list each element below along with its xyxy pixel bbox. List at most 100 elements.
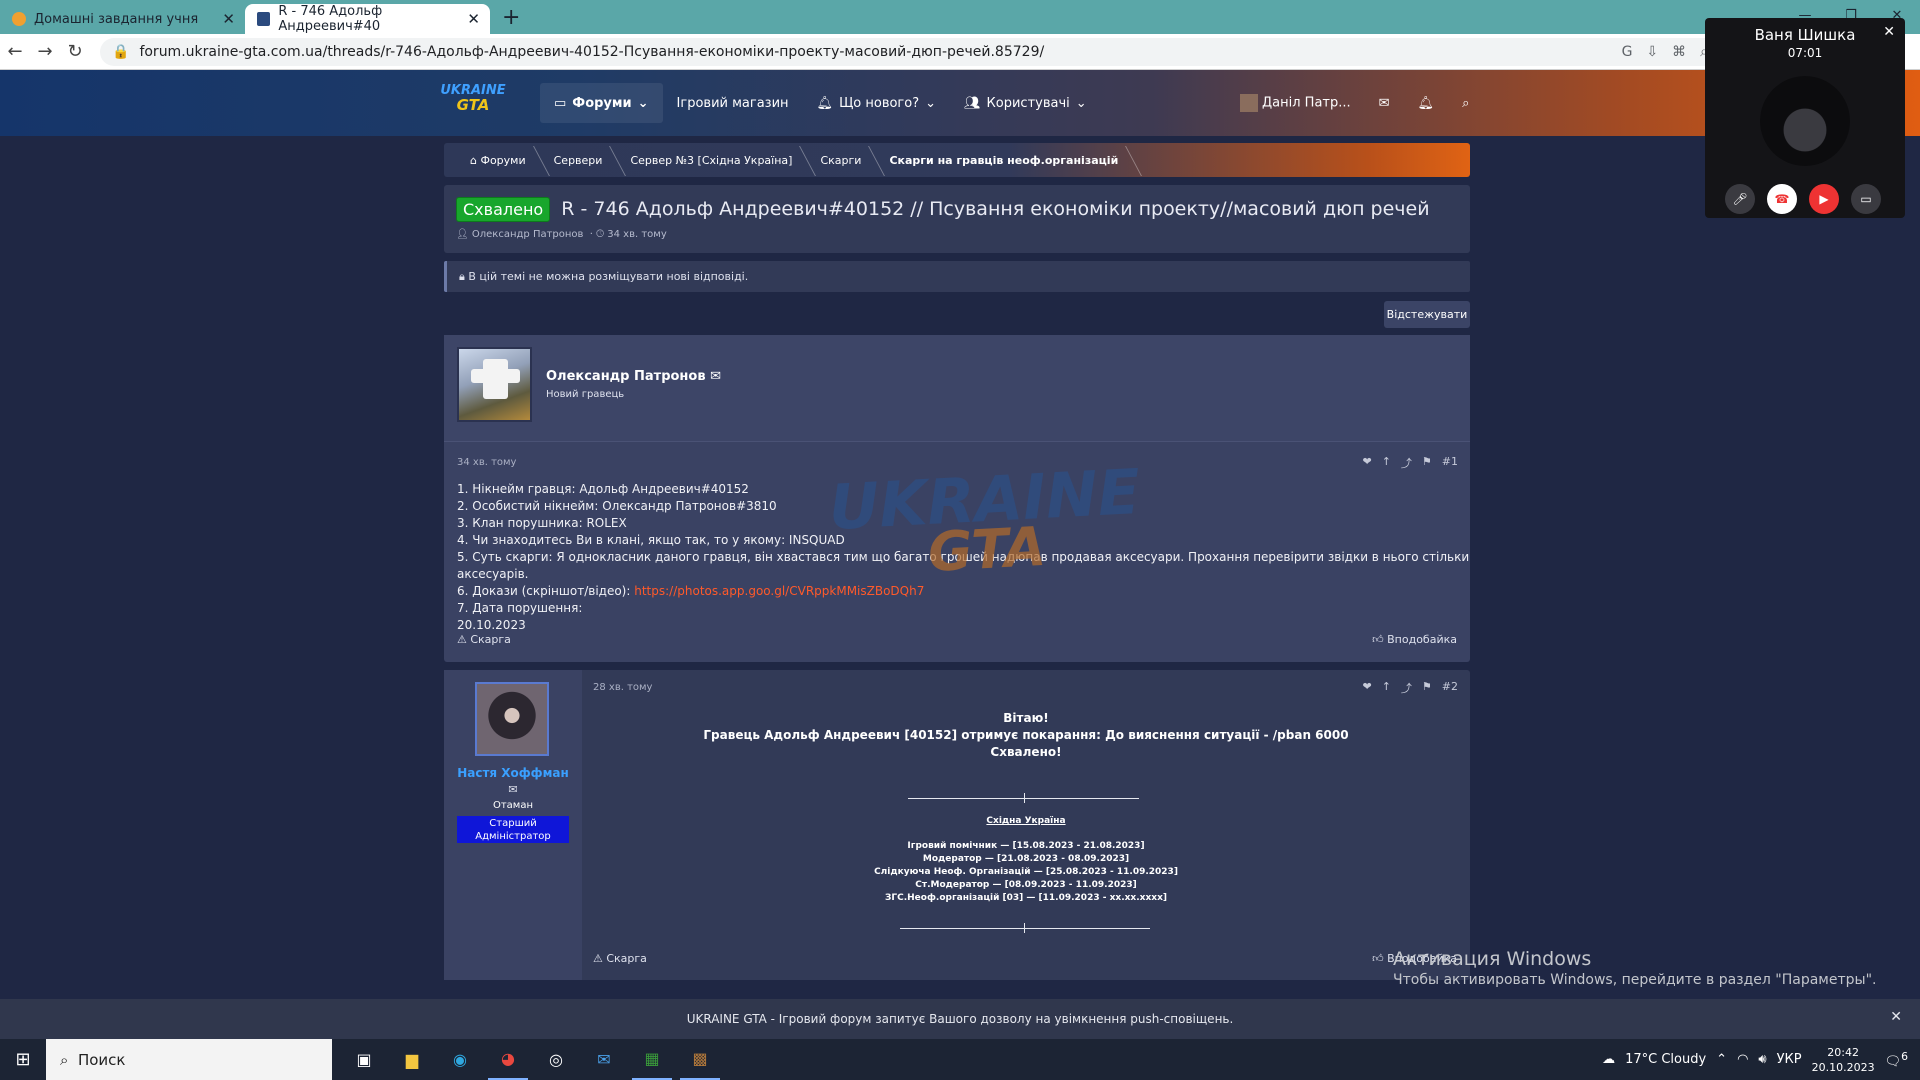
signature-lines: Ігровий помічник — [15.08.2023 - 21.08.2…: [582, 840, 1470, 905]
users-icon: 👥︎: [964, 95, 981, 111]
bookmark-icon[interactable]: ⚑: [1422, 455, 1432, 471]
reload-icon[interactable]: ↻: [60, 41, 90, 62]
language-indicator[interactable]: УКР: [1777, 1052, 1802, 1067]
weather[interactable]: 17°C Cloudy: [1625, 1052, 1706, 1067]
url-field[interactable]: 🔒 forum.ukraine-gta.com.ua/threads/r-746…: [100, 37, 1720, 66]
game-app-icon[interactable]: ▦: [632, 1039, 672, 1080]
site-logo[interactable]: UKRAINE GTA: [440, 84, 506, 120]
install-icon[interactable]: ⇩: [1646, 44, 1658, 60]
greeting: Вітаю!: [1003, 711, 1049, 725]
windows-activation-text: Чтобы активировать Windows, перейдите в …: [1393, 972, 1877, 988]
chevron-up-icon[interactable]: ⌃: [1716, 1052, 1727, 1067]
breadcrumb-item-complaints[interactable]: Скарги: [806, 154, 875, 167]
hang-up-icon[interactable]: ☎: [1767, 184, 1797, 214]
close-tab-icon[interactable]: ✕: [467, 10, 480, 28]
task-view-icon[interactable]: ▣: [344, 1039, 384, 1080]
thread-author[interactable]: Олександр Патронов: [472, 229, 584, 240]
share-icon[interactable]: ⤴: [1401, 455, 1412, 471]
thread-header: Схвалено R - 746 Адольф Андреевич#40152 …: [444, 185, 1470, 253]
file-explorer-icon[interactable]: ▆: [392, 1039, 432, 1080]
notifications-icon[interactable]: 🗨︎6: [1885, 1050, 1908, 1069]
home-icon: ⌂: [470, 153, 481, 167]
camera-off-icon[interactable]: ▶: [1809, 184, 1839, 214]
clock[interactable]: 20:42 20.10.2023: [1812, 1045, 1875, 1075]
menu-label: Форуми: [572, 95, 632, 111]
breadcrumb-item-unofficial-orgs[interactable]: Скарги на гравців неоф.організацій: [875, 154, 1132, 167]
taskbar-search-input[interactable]: ⌕ Поиск: [46, 1039, 332, 1080]
evidence-link[interactable]: https://photos.app.goo.gl/CVRppkMMisZBoD…: [634, 584, 924, 598]
tab-homework[interactable]: Домашні завдання учня ✕: [0, 4, 245, 34]
windows-start-icon[interactable]: ⊞: [0, 1049, 46, 1070]
close-icon[interactable]: ✕: [1890, 1009, 1902, 1025]
menu-forums[interactable]: ▭ Форуми ⌄: [540, 83, 663, 123]
close-icon[interactable]: ✕: [1883, 24, 1895, 40]
mail-icon[interactable]: ✉: [584, 1039, 624, 1080]
screen-share-icon[interactable]: ▭: [1851, 184, 1881, 214]
url-text: forum.ukraine-gta.com.ua/threads/r-746-А…: [139, 43, 1045, 60]
post-time[interactable]: 34 хв. тому: [457, 457, 516, 468]
upvote-icon[interactable]: ↑: [1382, 455, 1391, 471]
status-badge: Схвалено: [456, 197, 551, 222]
user-account-link[interactable]: Даніл Патр...: [1240, 94, 1351, 112]
search-icon[interactable]: ⌕: [1462, 96, 1469, 111]
tab-forum-thread[interactable]: R - 746 Адольф Андреевич#40 ✕: [245, 4, 490, 34]
close-tab-icon[interactable]: ✕: [222, 10, 235, 28]
report-button[interactable]: ⚠ Скарга: [593, 952, 647, 965]
volume-icon[interactable]: 🔊︎: [1758, 1052, 1766, 1067]
thumbs-up-icon: 👍︎: [1372, 633, 1388, 646]
translate-icon[interactable]: ⌘: [1672, 44, 1686, 60]
network-icon[interactable]: ◠: [1737, 1052, 1748, 1067]
notifications-icon[interactable]: 🔔︎: [1418, 96, 1435, 111]
post-number[interactable]: #1: [1442, 455, 1458, 471]
post-author[interactable]: Настя Хоффман: [444, 766, 582, 780]
report-button[interactable]: ⚠ Скарга: [457, 633, 511, 646]
edge-icon[interactable]: ◉: [440, 1039, 480, 1080]
menu-whats-new[interactable]: 🔔︎ Що нового? ⌄: [803, 83, 950, 123]
signature-divider: [1024, 793, 1025, 803]
back-icon[interactable]: ←: [0, 41, 30, 62]
avatar[interactable]: [475, 682, 549, 756]
upvote-icon[interactable]: ↑: [1382, 680, 1391, 696]
bell-icon: 🔔︎: [816, 95, 834, 111]
search-placeholder: Поиск: [77, 1050, 126, 1069]
thumbs-up-icon: 👍︎: [1372, 952, 1388, 965]
taskbar-apps: ▣ ▆ ◉ ◕ ◎ ✉ ▦ ▩: [344, 1039, 720, 1080]
messenger-app-icon[interactable]: ▩: [680, 1039, 720, 1080]
bookmark-icon[interactable]: ⚑: [1422, 680, 1432, 696]
mail-icon[interactable]: ✉: [1379, 96, 1390, 111]
react-icon[interactable]: ❤︎: [1362, 680, 1371, 696]
caller-name: Ваня Шишка: [1754, 26, 1856, 44]
push-permission-bar: UKRAINE GTA - Ігровий форум запитує Вашо…: [0, 999, 1920, 1039]
chrome-icon[interactable]: ◕: [488, 1039, 528, 1080]
microphone-icon[interactable]: 🎤︎: [1725, 184, 1755, 214]
tab-favicon-icon: [12, 12, 26, 26]
forward-icon[interactable]: →: [30, 41, 60, 62]
google-icon[interactable]: G: [1622, 44, 1633, 60]
share-icon[interactable]: ⤴: [1401, 680, 1412, 696]
menu-shop[interactable]: Ігровий магазин: [663, 83, 803, 123]
breadcrumb-item-server3[interactable]: Сервер №3 [Східна Україна]: [616, 154, 806, 167]
like-label: Вподобайка: [1387, 633, 1457, 646]
avatar[interactable]: [457, 347, 532, 422]
signature-divider: [1024, 923, 1025, 933]
user-rank: Отаман: [492, 800, 534, 811]
follow-button[interactable]: Відстежувати: [1384, 301, 1470, 328]
post-author[interactable]: Олександр Патронов ✉: [546, 369, 721, 384]
like-button[interactable]: 👍︎ Вподобайка: [1372, 633, 1457, 646]
steam-icon[interactable]: ◎: [536, 1039, 576, 1080]
signature-line: Слідкуюча Неоф. Організацій — [25.08.202…: [874, 867, 1178, 877]
post-line: 7. Дата порушення:: [457, 601, 583, 615]
staff-banner: Старший Адміністратор: [457, 816, 569, 843]
react-icon[interactable]: ❤︎: [1362, 455, 1371, 471]
breadcrumb-item-forums[interactable]: ⌂ Форуми: [456, 154, 540, 167]
post-2: Настя Хоффман ✉ Отаман Старший Адміністр…: [444, 670, 1470, 980]
post-time[interactable]: 28 хв. тому: [593, 682, 652, 693]
breadcrumb-item-servers[interactable]: Сервери: [540, 154, 617, 167]
menu-users[interactable]: 👥︎ Користувачі ⌄: [950, 83, 1101, 123]
mail-icon[interactable]: ✉: [444, 783, 582, 796]
new-tab-button[interactable]: +: [490, 4, 532, 34]
post-number[interactable]: #2: [1442, 680, 1458, 696]
thread-time[interactable]: 34 хв. тому: [607, 229, 666, 240]
mail-icon[interactable]: ✉: [710, 369, 721, 384]
user-name: Даніл Патр...: [1262, 95, 1351, 111]
